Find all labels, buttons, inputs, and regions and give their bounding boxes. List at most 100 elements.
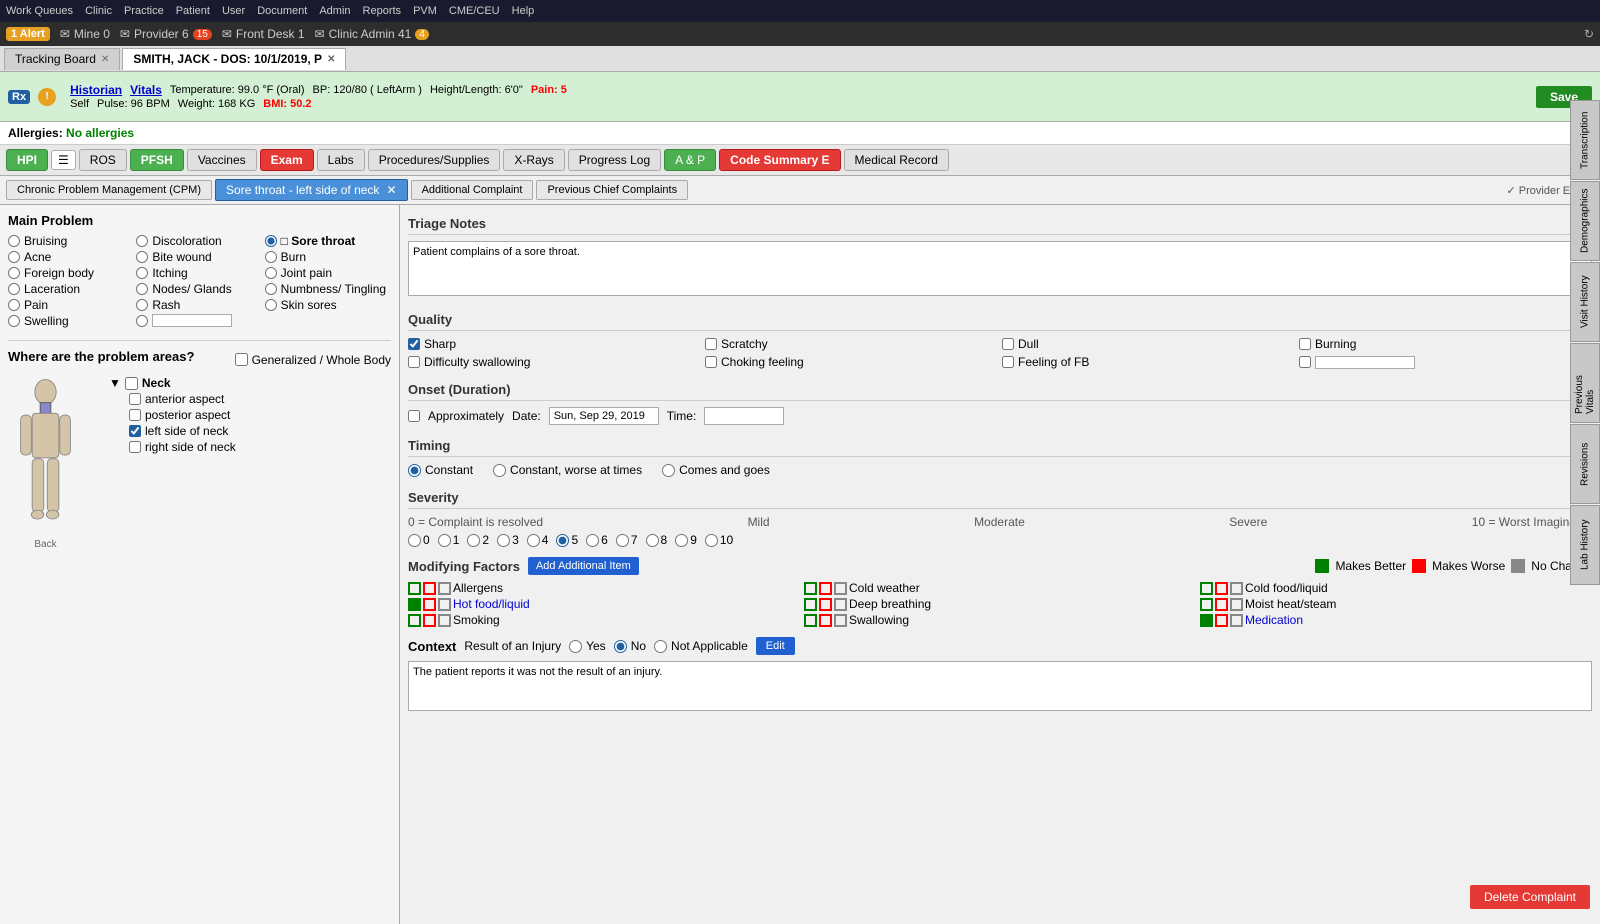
problem-swelling[interactable]: Swelling [8, 314, 134, 328]
approximately-cb[interactable] [408, 410, 420, 422]
quality-other-input[interactable] [1315, 356, 1415, 369]
menu-help[interactable]: Help [512, 5, 535, 17]
alert-item[interactable]: 1 Alert [6, 27, 50, 41]
quality-difficultyswallowing[interactable]: Difficulty swallowing [408, 355, 701, 369]
context-na-radio[interactable] [654, 640, 667, 653]
nodesglands-radio[interactable] [136, 283, 148, 295]
posterior-cb[interactable] [129, 409, 141, 421]
mine-item[interactable]: ✉ Mine 0 [60, 27, 110, 41]
tab-progress[interactable]: Progress Log [568, 149, 661, 171]
leftside-cb[interactable] [129, 425, 141, 437]
swelling-radio[interactable] [8, 315, 20, 327]
jointpain-radio[interactable] [265, 267, 277, 279]
quality-burning[interactable]: Burning [1299, 337, 1592, 351]
coldweather-green[interactable] [804, 582, 817, 595]
date-input[interactable] [549, 407, 659, 425]
moistheat-red[interactable] [1215, 598, 1228, 611]
quality-feelingofFB[interactable]: Feeling of FB [1002, 355, 1295, 369]
foreignbody-radio[interactable] [8, 267, 20, 279]
sidetab-visithistory[interactable]: Visit History [1570, 262, 1600, 342]
tab-close-icon[interactable]: ✕ [101, 54, 109, 65]
sidetab-demographics[interactable]: Demographics [1570, 181, 1600, 261]
other-text-input[interactable] [152, 314, 232, 327]
anterior-cb[interactable] [129, 393, 141, 405]
hotfood-green[interactable] [408, 598, 421, 611]
smoking-red[interactable] [423, 614, 436, 627]
coldfood-green[interactable] [1200, 582, 1213, 595]
pain-radio[interactable] [8, 299, 20, 311]
scratchy-cb[interactable] [705, 338, 717, 350]
bruising-radio[interactable] [8, 235, 20, 247]
menu-patient[interactable]: Patient [176, 5, 210, 17]
problem-numbness[interactable]: Numbness/ Tingling [265, 282, 391, 296]
tab-codesummary[interactable]: Code Summary E [719, 149, 840, 171]
menu-pvm[interactable]: PVM [413, 5, 437, 17]
problem-bitewound[interactable]: Bite wound [136, 250, 262, 264]
coldweather-gray[interactable] [834, 582, 847, 595]
problem-skinsores[interactable]: Skin sores [265, 298, 391, 312]
subtab-additional[interactable]: Additional Complaint [411, 180, 534, 200]
menu-reports[interactable]: Reports [363, 5, 402, 17]
tab-exam[interactable]: Exam [260, 149, 314, 171]
refresh-icon[interactable]: ↻ [1584, 27, 1594, 41]
timing-constant[interactable]: Constant [408, 463, 473, 477]
feelingofFB-cb[interactable] [1002, 356, 1014, 368]
problem-nodesglands[interactable]: Nodes/ Glands [136, 282, 262, 296]
problem-discoloration[interactable]: Discoloration [136, 234, 262, 248]
quality-other-cb[interactable] [1299, 356, 1311, 368]
tab-pfsh[interactable]: PFSH [130, 149, 184, 171]
deepbreathing-gray[interactable] [834, 598, 847, 611]
severity-10[interactable]: 10 [705, 533, 733, 547]
context-yes-radio[interactable] [569, 640, 582, 653]
tab-smith-jack[interactable]: SMITH, JACK - DOS: 10/1/2019, P ✕ [122, 48, 346, 70]
tab-medicalrecord[interactable]: Medical Record [844, 149, 949, 171]
medication-gray[interactable] [1230, 614, 1243, 627]
subtab-cpm[interactable]: Chronic Problem Management (CPM) [6, 180, 212, 200]
context-no[interactable]: No [614, 639, 646, 653]
medication-green[interactable] [1200, 614, 1213, 627]
problem-pain[interactable]: Pain [8, 298, 134, 312]
swallowing-gray[interactable] [834, 614, 847, 627]
sharp-cb[interactable] [408, 338, 420, 350]
allergens-red[interactable] [423, 582, 436, 595]
tab-labs[interactable]: Labs [317, 149, 365, 171]
neck-expand-icon[interactable]: ▼ [109, 376, 121, 390]
quality-scratchy[interactable]: Scratchy [705, 337, 998, 351]
time-input[interactable] [704, 407, 784, 425]
neck-posterior[interactable]: posterior aspect [129, 408, 236, 422]
constant-radio[interactable] [408, 464, 421, 477]
generalized-checkbox[interactable]: Generalized / Whole Body [235, 353, 391, 367]
medication-red[interactable] [1215, 614, 1228, 627]
severity-6[interactable]: 6 [586, 533, 608, 547]
neck-anterior[interactable]: anterior aspect [129, 392, 236, 406]
severity-3[interactable]: 3 [497, 533, 519, 547]
menu-workqueues[interactable]: Work Queues [6, 5, 73, 17]
context-no-radio[interactable] [614, 640, 627, 653]
difficultyswallowing-cb[interactable] [408, 356, 420, 368]
acne-radio[interactable] [8, 251, 20, 263]
problem-acne[interactable]: Acne [8, 250, 134, 264]
provider-item[interactable]: ✉ Provider 6 15 [120, 27, 212, 41]
discoloration-radio[interactable] [136, 235, 148, 247]
problem-itching[interactable]: Itching [136, 266, 262, 280]
menu-user[interactable]: User [222, 5, 245, 17]
quality-sharp[interactable]: Sharp [408, 337, 701, 351]
deepbreathing-red[interactable] [819, 598, 832, 611]
sidetab-revisions[interactable]: Revisions [1570, 424, 1600, 504]
allergens-green[interactable] [408, 582, 421, 595]
neck-cb[interactable] [125, 377, 138, 390]
severity-5[interactable]: 5 [556, 533, 578, 547]
tab-procedures[interactable]: Procedures/Supplies [368, 149, 501, 171]
tab-close-icon[interactable]: ✕ [327, 54, 335, 65]
problem-rash[interactable]: Rash [136, 298, 262, 312]
constant-worse-radio[interactable] [493, 464, 506, 477]
tab-hpi[interactable]: HPI [6, 149, 48, 171]
problem-laceration[interactable]: Laceration [8, 282, 134, 296]
severity-9[interactable]: 9 [675, 533, 697, 547]
laceration-radio[interactable] [8, 283, 20, 295]
subtab-close-icon[interactable]: ✕ [387, 183, 397, 197]
itching-radio[interactable] [136, 267, 148, 279]
quality-other[interactable] [1299, 355, 1592, 369]
blank-radio[interactable] [136, 315, 148, 327]
menu-practice[interactable]: Practice [124, 5, 164, 17]
